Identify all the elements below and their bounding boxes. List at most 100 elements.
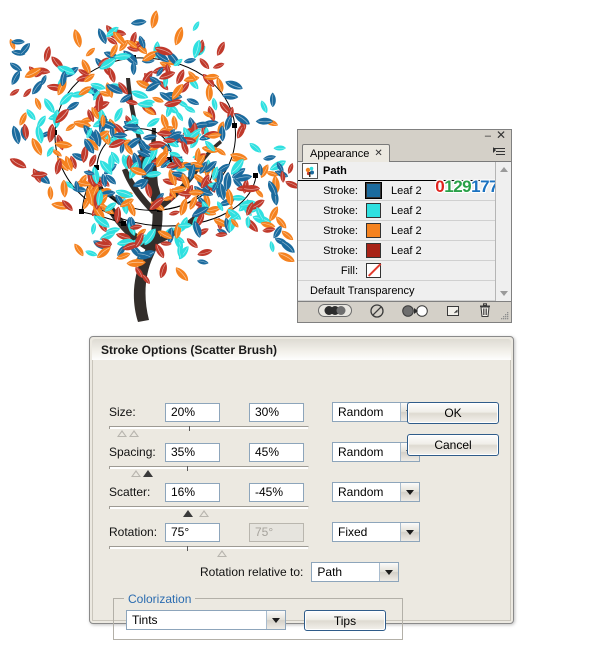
slider-track[interactable] [109, 546, 309, 549]
fill-none-swatch[interactable] [365, 262, 382, 279]
size-max-input[interactable]: 30% [249, 402, 304, 422]
appearance-row-stroke-3[interactable]: Stroke: Leaf 2 [298, 221, 495, 241]
duplicate-item-icon[interactable] [446, 304, 460, 321]
rotation-slider[interactable] [109, 546, 309, 558]
swatch-fill [366, 183, 381, 198]
leaf [23, 88, 32, 97]
leaf [212, 62, 225, 69]
size-min-input[interactable]: 20% [165, 402, 220, 422]
colorization-group: Colorization Tints Tips [113, 592, 403, 640]
leaf [150, 10, 159, 29]
rotation-handle[interactable] [217, 550, 227, 557]
scroll-down-arrow-icon[interactable] [496, 286, 511, 301]
brush-name: Leaf 2 [391, 244, 422, 257]
colorization-method-dropdown[interactable]: Tints [126, 610, 286, 630]
slider-track[interactable] [109, 506, 309, 509]
leaf [175, 267, 189, 281]
appearance-row-stroke-2[interactable]: Stroke: Leaf 2 [298, 201, 495, 221]
appearance-list[interactable]: Path Stroke: Leaf 2 0 129 177 Stroke: Le… [298, 162, 498, 301]
leaf [176, 69, 185, 84]
leaf [225, 80, 243, 90]
colorization-legend: Colorization [124, 592, 196, 606]
spacing-min-input[interactable]: 35% [165, 442, 220, 462]
leaf [168, 210, 180, 216]
none-color-icon [366, 263, 381, 278]
leaf [85, 47, 95, 57]
spacing-min-handle[interactable] [131, 470, 141, 477]
leaf [262, 227, 276, 233]
colorization-method-value: Tints [127, 611, 266, 629]
scatter-min-handle[interactable] [183, 510, 193, 517]
tab-close-icon[interactable]: ✕ [374, 148, 382, 159]
scatter-mode-dropdown[interactable]: Random [332, 482, 420, 502]
spacing-max-handle[interactable] [143, 470, 153, 477]
row-label: Stroke: [323, 204, 358, 217]
opacity-blend-icon[interactable] [317, 304, 352, 320]
ok-button[interactable]: OK [407, 402, 499, 424]
spacing-mode-value: Random [333, 443, 400, 461]
stroke-color-swatch[interactable] [365, 222, 382, 239]
chevron-down-icon[interactable] [400, 483, 419, 501]
chevron-down-icon[interactable] [379, 563, 399, 581]
leaf [73, 29, 82, 48]
scatter-slider[interactable] [109, 506, 309, 518]
leaf [257, 163, 263, 176]
rotation-relative-dropdown[interactable]: Path [311, 562, 400, 582]
size-max-handle[interactable] [129, 430, 139, 437]
leaf [199, 58, 210, 70]
stroke-options-dialog[interactable]: Stroke Options (Scatter Brush) Size: 20%… [89, 336, 514, 640]
cancel-button[interactable]: Cancel [407, 434, 499, 456]
slider-track[interactable] [109, 466, 309, 469]
spacing-max-input[interactable]: 45% [249, 442, 304, 462]
tips-label: Tips [333, 613, 357, 628]
stroke-color-swatch[interactable] [365, 242, 382, 259]
scatter-mode-value: Random [333, 483, 400, 501]
appearance-target-row[interactable]: Path [298, 162, 495, 181]
clear-appearance-icon[interactable] [369, 303, 384, 321]
panel-scrollbar[interactable] [495, 162, 511, 301]
rotation-field-row: Rotation: 75° 75° Fixed [109, 522, 420, 542]
size-slider[interactable] [109, 426, 309, 438]
scatter-min-input[interactable]: 16% [165, 482, 220, 502]
panel-menu-icon[interactable] [493, 146, 507, 158]
brush-name: Leaf 2 [391, 204, 422, 217]
scroll-up-arrow-icon[interactable] [496, 162, 511, 177]
delete-item-icon[interactable] [478, 303, 492, 321]
appearance-row-stroke-4[interactable]: Stroke: Leaf 2 [298, 241, 495, 261]
dialog-body: Size: 20% 30% Random Spacing: 35% 45% Ra… [92, 360, 511, 640]
spacing-field-row: Spacing: 35% 45% Random [109, 442, 420, 462]
tab-appearance[interactable]: Appearance ✕ [302, 144, 390, 162]
tips-button[interactable]: Tips [304, 610, 386, 631]
rotation-mode-dropdown[interactable]: Fixed [332, 522, 420, 542]
stroke-color-swatch[interactable] [365, 202, 382, 219]
stroke-color-swatch[interactable] [365, 182, 382, 199]
leaf [197, 259, 209, 265]
minimize-icon[interactable]: – [485, 131, 491, 142]
appearance-row-stroke-1[interactable]: Stroke: Leaf 2 0 129 177 [298, 177, 498, 201]
appearance-row-fill[interactable]: Fill: [298, 261, 495, 281]
slider-tick [189, 426, 190, 431]
reduce-to-basic-appearance-icon[interactable] [401, 304, 428, 321]
chevron-down-icon[interactable] [266, 611, 285, 629]
leaf [216, 77, 224, 93]
slider-track[interactable] [109, 426, 309, 429]
spacing-label: Spacing: [109, 445, 156, 459]
appearance-panel[interactable]: – ✕ Appearance ✕ Path Stroke: Leaf 2 0 1… [297, 129, 512, 323]
leaf [287, 163, 294, 174]
leaf [130, 19, 147, 26]
scatter-max-handle[interactable] [199, 510, 209, 517]
size-min-handle[interactable] [117, 430, 127, 437]
leaf [9, 62, 22, 72]
spacing-slider[interactable] [109, 466, 309, 478]
tab-label: Appearance [310, 147, 370, 160]
dialog-title: Stroke Options (Scatter Brush) [92, 339, 511, 362]
leaf [260, 100, 268, 114]
chevron-down-icon[interactable] [400, 523, 419, 541]
rotation-min-input[interactable]: 75° [165, 522, 220, 542]
panel-resize-grip[interactable] [500, 311, 509, 320]
panel-body: Path Stroke: Leaf 2 0 129 177 Stroke: Le… [298, 162, 511, 301]
close-icon[interactable]: ✕ [496, 129, 506, 141]
slider-tick [187, 466, 188, 471]
appearance-row-transparency[interactable]: Default Transparency [298, 281, 495, 301]
scatter-max-input[interactable]: -45% [249, 482, 304, 502]
